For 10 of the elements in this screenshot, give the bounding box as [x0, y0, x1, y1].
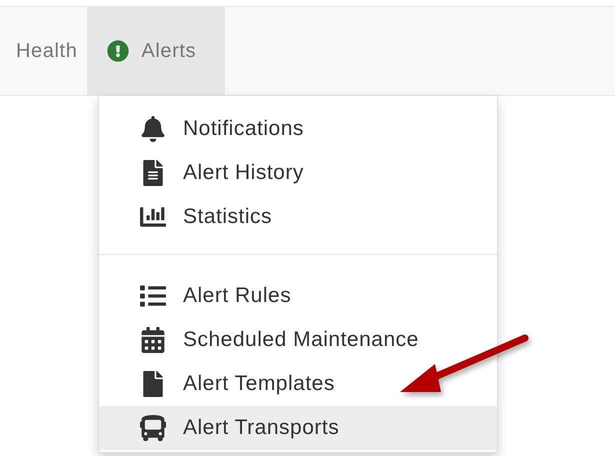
alert-icon	[107, 40, 130, 62]
menu-item[interactable]: Alert History	[99, 151, 497, 195]
menu-item[interactable]: Statistics	[99, 195, 497, 239]
menu-item[interactable]: Alert Templates	[99, 362, 497, 406]
menu-item[interactable]: Alert Rules	[99, 274, 497, 318]
menu-item[interactable]: Notifications	[99, 107, 497, 151]
menu-item[interactable]: Alert Transports	[99, 406, 497, 450]
menu-item[interactable]: Scheduled Maintenance	[99, 318, 497, 362]
nav-tab[interactable]: Health	[0, 7, 88, 95]
nav-tab[interactable]: Alerts	[87, 7, 226, 95]
